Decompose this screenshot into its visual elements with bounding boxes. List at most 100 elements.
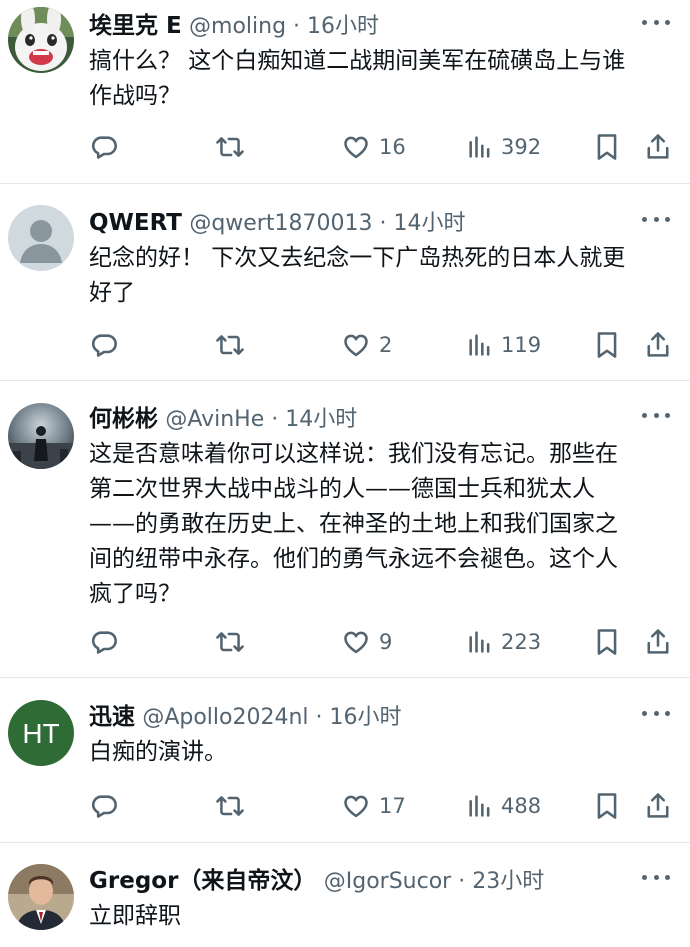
heart-icon (344, 795, 368, 818)
repost-icon (216, 632, 244, 652)
timestamp[interactable]: 14小时 (285, 407, 357, 432)
bookmark-icon (597, 134, 617, 160)
views-icon (469, 136, 490, 158)
divider (0, 380, 690, 381)
view-count: 223 (501, 630, 542, 654)
views-icon (469, 334, 490, 356)
view-count: 119 (501, 333, 542, 357)
view-count: 392 (501, 135, 542, 159)
tweet-text: 这是否意味着你可以这样说：我们没有忘记。那些在 第二次世界大战中战斗的人——德国… (89, 441, 618, 607)
timestamp[interactable]: 14小时 (393, 211, 465, 236)
like-button[interactable]: 16 (341, 130, 406, 164)
display-name[interactable]: 迅速 (89, 704, 135, 730)
avatar[interactable] (8, 7, 74, 73)
repost-button[interactable] (214, 789, 246, 823)
avatar[interactable]: HT (8, 700, 74, 766)
tweet-text: 搞什么？ 这个白痴知道二战期间美军在硫磺岛上与谁 作战吗？ (89, 48, 626, 109)
user-handle[interactable]: @IgorSucor (324, 869, 451, 894)
display-name[interactable]: QWERT (89, 210, 182, 236)
views-icon (469, 795, 490, 817)
like-button[interactable]: 9 (341, 625, 392, 659)
views-button[interactable]: 119 (467, 328, 541, 362)
heart-icon (344, 136, 368, 159)
repost-button[interactable] (214, 130, 246, 164)
like-button[interactable]: 17 (341, 789, 406, 823)
display-name[interactable]: Gregor（来自帝汶） (89, 868, 316, 894)
tweet-text: 纪念的好！ 下次又去纪念一下广岛热死的日本人就更 好了 (89, 245, 626, 306)
share-icon (647, 793, 669, 818)
share-button[interactable] (644, 789, 672, 823)
share-button[interactable] (644, 625, 672, 659)
reply-button[interactable] (90, 625, 118, 659)
divider (0, 183, 690, 184)
like-count: 2 (379, 333, 393, 357)
like-count: 9 (379, 630, 393, 654)
views-button[interactable]: 392 (467, 130, 541, 164)
like-count: 16 (379, 135, 406, 159)
tweet[interactable]: 埃里克 E @moling · 16小时 搞什么？ 这个白痴知道二战期间美军在硫… (0, 0, 690, 183)
more-options-icon[interactable] (642, 405, 670, 425)
bookmark-icon (597, 629, 617, 655)
avatar[interactable] (8, 205, 74, 271)
tweet[interactable]: QWERT @qwert1870013 · 14小时 纪念的好！ 下次又去纪念一… (0, 197, 690, 380)
repost-button[interactable] (214, 328, 246, 362)
separator-dot: · (286, 14, 308, 39)
bookmark-icon (597, 793, 617, 819)
separator-dot: · (264, 407, 286, 432)
separator-dot: · (451, 869, 473, 894)
tweet[interactable]: Gregor（来自帝汶） @IgorSucor · 23小时 立即辞职 (0, 855, 690, 947)
repost-icon (216, 796, 244, 816)
more-options-icon[interactable] (642, 12, 670, 32)
share-button[interactable] (644, 328, 672, 362)
share-icon (647, 629, 669, 654)
bookmark-button[interactable] (594, 328, 620, 362)
user-handle[interactable]: @Apollo2024nl (142, 705, 308, 730)
tweet-header: 何彬彬 @AvinHe · 14小时 (89, 404, 357, 434)
reply-icon (91, 795, 117, 818)
bookmark-button[interactable] (594, 625, 620, 659)
share-button[interactable] (644, 130, 672, 164)
reply-icon (91, 334, 117, 357)
action-bar: 2 119 (0, 328, 690, 362)
separator-dot: · (308, 705, 330, 730)
timestamp[interactable]: 16小时 (307, 14, 379, 39)
divider (0, 842, 690, 843)
like-count: 17 (379, 794, 406, 818)
avatar[interactable] (8, 864, 74, 930)
bookmark-button[interactable] (594, 130, 620, 164)
tweet-header: 迅速 @Apollo2024nl · 16小时 (89, 702, 402, 732)
like-button[interactable]: 2 (341, 328, 392, 362)
more-options-icon[interactable] (642, 703, 670, 723)
tweet-text: 白痴的演讲。 (89, 739, 227, 765)
heart-icon (344, 334, 368, 357)
reply-icon (91, 631, 117, 654)
tweet-header: 埃里克 E @moling · 16小时 (89, 11, 379, 41)
timestamp[interactable]: 23小时 (472, 869, 544, 894)
divider (0, 677, 690, 678)
views-button[interactable]: 223 (467, 625, 541, 659)
user-handle[interactable]: @AvinHe (165, 407, 264, 432)
timestamp[interactable]: 16小时 (330, 705, 402, 730)
reply-button[interactable] (90, 789, 118, 823)
avatar[interactable] (8, 403, 74, 469)
action-bar: 9 223 (0, 625, 690, 659)
reply-button[interactable] (90, 130, 118, 164)
display-name[interactable]: 何彬彬 (89, 406, 158, 432)
reply-icon (91, 136, 117, 159)
bookmark-icon (597, 332, 617, 358)
display-name[interactable]: 埃里克 E (89, 13, 182, 39)
views-button[interactable]: 488 (467, 789, 541, 823)
reply-button[interactable] (90, 328, 118, 362)
tweet-header: Gregor（来自帝汶） @IgorSucor · 23小时 (89, 866, 544, 896)
share-icon (647, 332, 669, 357)
user-handle[interactable]: @qwert1870013 (189, 211, 372, 236)
action-bar: 17 488 (0, 789, 690, 823)
repost-button[interactable] (214, 625, 246, 659)
more-options-icon[interactable] (642, 867, 670, 887)
tweet[interactable]: HT 迅速 @Apollo2024nl · 16小时 白痴的演讲。 17 488 (0, 691, 690, 842)
tweet[interactable]: 何彬彬 @AvinHe · 14小时 这是否意味着你可以这样说：我们没有忘记。那… (0, 393, 690, 677)
bookmark-button[interactable] (594, 789, 620, 823)
user-handle[interactable]: @moling (189, 14, 286, 39)
more-options-icon[interactable] (642, 209, 670, 229)
avatar-initials: HT (22, 718, 59, 749)
